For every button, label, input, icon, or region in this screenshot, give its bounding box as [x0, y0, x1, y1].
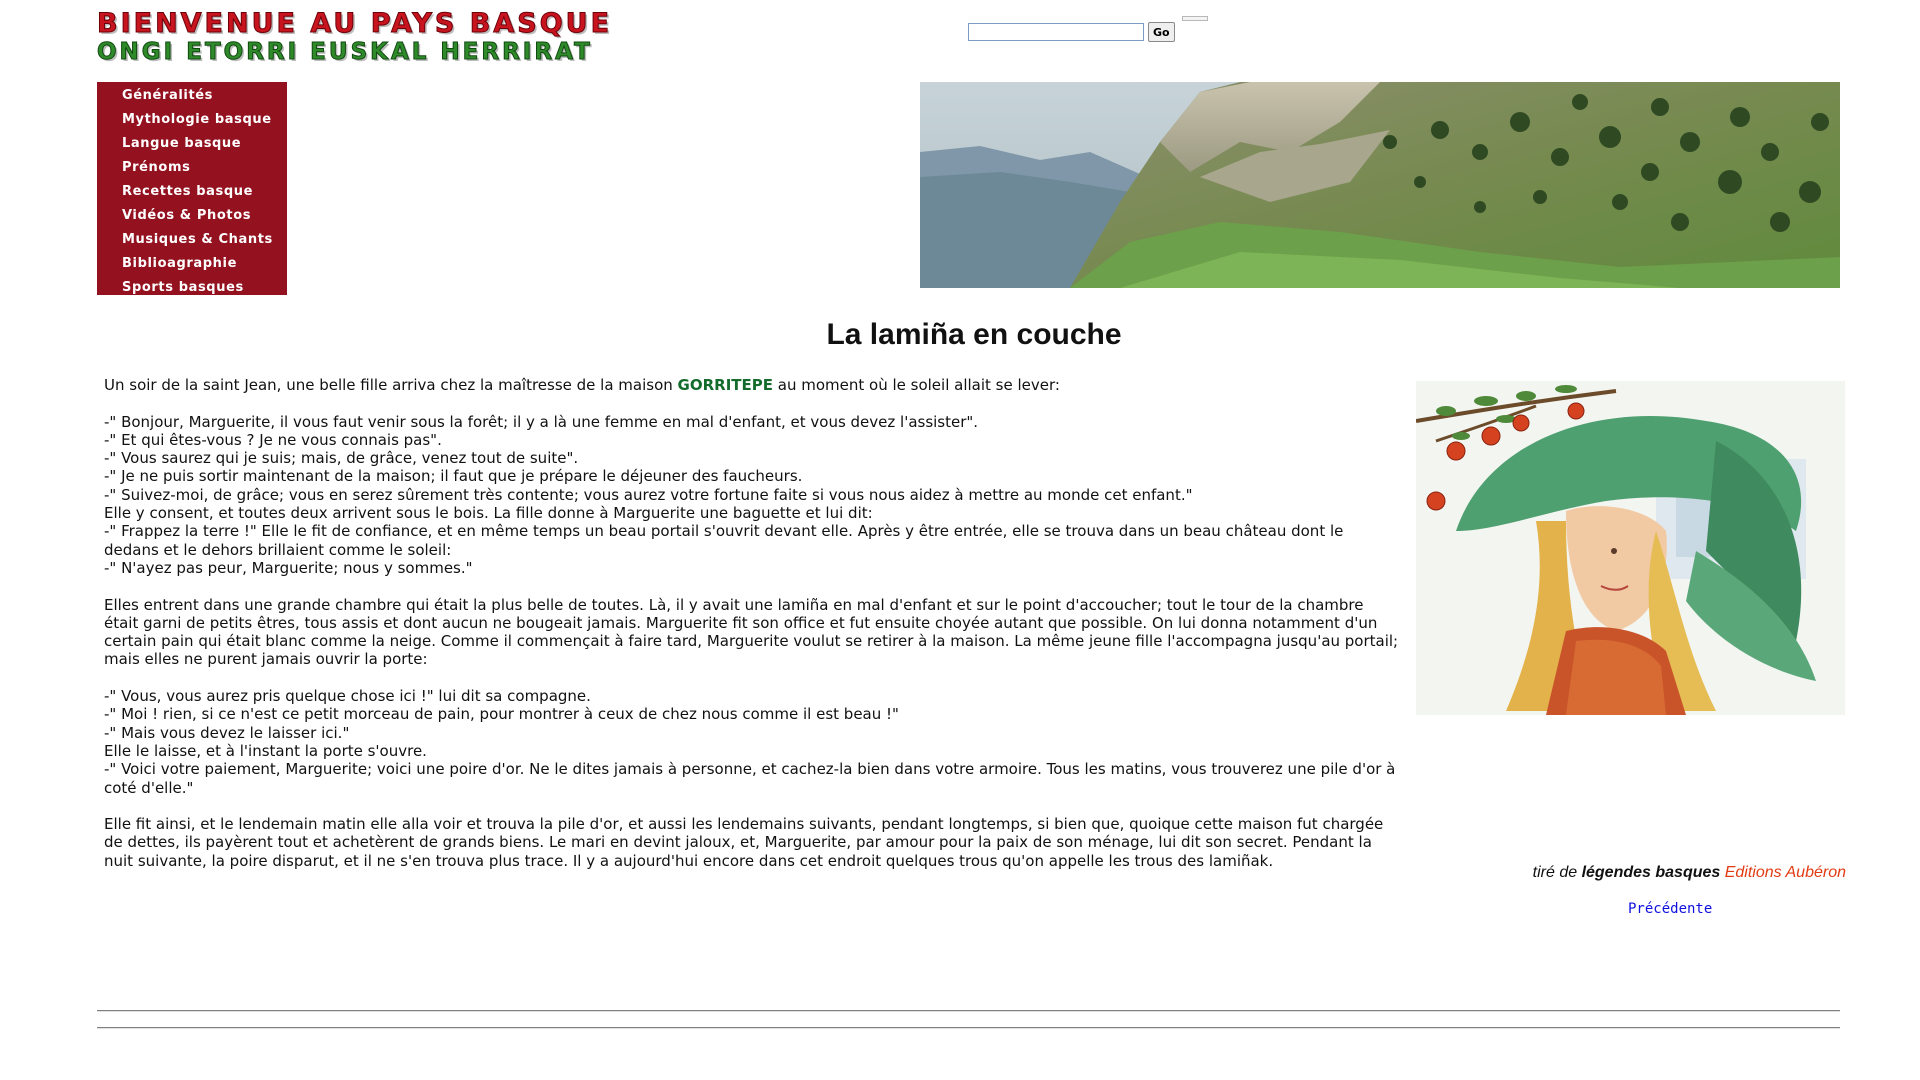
menu-item-generalites[interactable]: Généralités: [97, 84, 287, 108]
story-paragraph: Elles entrent dans une grande chambre qu…: [104, 595, 1399, 669]
dialogue-line: -" Vous, vous aurez pris quelque chose i…: [104, 687, 591, 706]
narration-line: Elle le laisse, et à l'instant la porte …: [104, 741, 427, 760]
narration-line: Elle y consent, et toutes deux arrivent …: [104, 504, 873, 523]
menu-item-bibliographie[interactable]: Biblioagraphie: [97, 252, 287, 276]
search-extra-button[interactable]: [1182, 16, 1208, 21]
banner-mountain-photo: [920, 82, 1840, 288]
dialogue-line: -" Suivez-moi, de grâce; vous en serez s…: [104, 485, 1193, 504]
footer-divider: [97, 1027, 1840, 1029]
story-text: Un soir de la saint Jean, une belle fill…: [104, 376, 1399, 870]
story-intro: Un soir de la saint Jean, une belle fill…: [104, 376, 1060, 394]
menu-item-mythologie[interactable]: Mythologie basque: [97, 108, 287, 132]
source-publisher: Editions Aubéron: [1724, 864, 1846, 881]
dialogue-line: -" N'ayez pas peur, Marguerite; nous y s…: [104, 558, 473, 577]
search-form: Go: [968, 22, 1175, 42]
dialogue-line: -" Moi ! rien, si ce n'est ce petit morc…: [104, 705, 899, 724]
footer-divider: [97, 1010, 1840, 1012]
menu-item-langue[interactable]: Langue basque: [97, 132, 287, 156]
logo-title-french: BIENVENUE AU PAYS BASQUE: [97, 8, 613, 39]
dialogue-line: -" Je ne puis sortir maintenant de la ma…: [104, 467, 803, 486]
dialogue-line: -" Et qui êtes-vous ? Je ne vous connais…: [104, 430, 442, 449]
site-logo[interactable]: BIENVENUE AU PAYS BASQUE ONGI ETORRI EUS…: [97, 8, 757, 65]
source-prefix: tiré de: [1532, 864, 1578, 881]
menu-item-sports[interactable]: Sports basques: [97, 276, 287, 300]
dialogue-line: -" Vous saurez qui je suis; mais, de grâ…: [104, 449, 579, 468]
search-input[interactable]: [968, 23, 1144, 41]
dialogue-line: -" Mais vous devez le laisser ici.": [104, 723, 350, 742]
story-paragraph: Elle fit ainsi, et le lendemain matin el…: [104, 815, 1384, 870]
previous-page-link[interactable]: Précédente: [1628, 901, 1712, 917]
source-credit: tiré de légendes basques Editions Aubéro…: [1533, 864, 1846, 882]
logo-title-basque: ONGI ETORRI EUSKAL HERRIRAT: [97, 39, 593, 65]
lamina-illustration: [1416, 381, 1845, 715]
menu-item-musiques-chants[interactable]: Musiques & Chants: [97, 228, 287, 252]
dialogue-line: -" Voici votre paiement, Marguerite; voi…: [104, 760, 1396, 797]
page-title: La lamiña en couche: [826, 318, 1122, 351]
menu-item-recettes[interactable]: Recettes basque: [97, 180, 287, 204]
search-go-button[interactable]: Go: [1148, 22, 1175, 42]
dialogue-line: -" Bonjour, Marguerite, il vous faut ven…: [104, 412, 979, 431]
house-name: GORRITEPE: [677, 376, 773, 394]
dialogue-line: -" Frappez la terre !" Elle le fit de co…: [104, 522, 1344, 559]
main-menu: Généralités Mythologie basque Langue bas…: [97, 82, 287, 295]
menu-item-videos-photos[interactable]: Vidéos & Photos: [97, 204, 287, 228]
source-book: légendes basques: [1581, 864, 1721, 881]
menu-item-prenoms[interactable]: Prénoms: [97, 156, 287, 180]
